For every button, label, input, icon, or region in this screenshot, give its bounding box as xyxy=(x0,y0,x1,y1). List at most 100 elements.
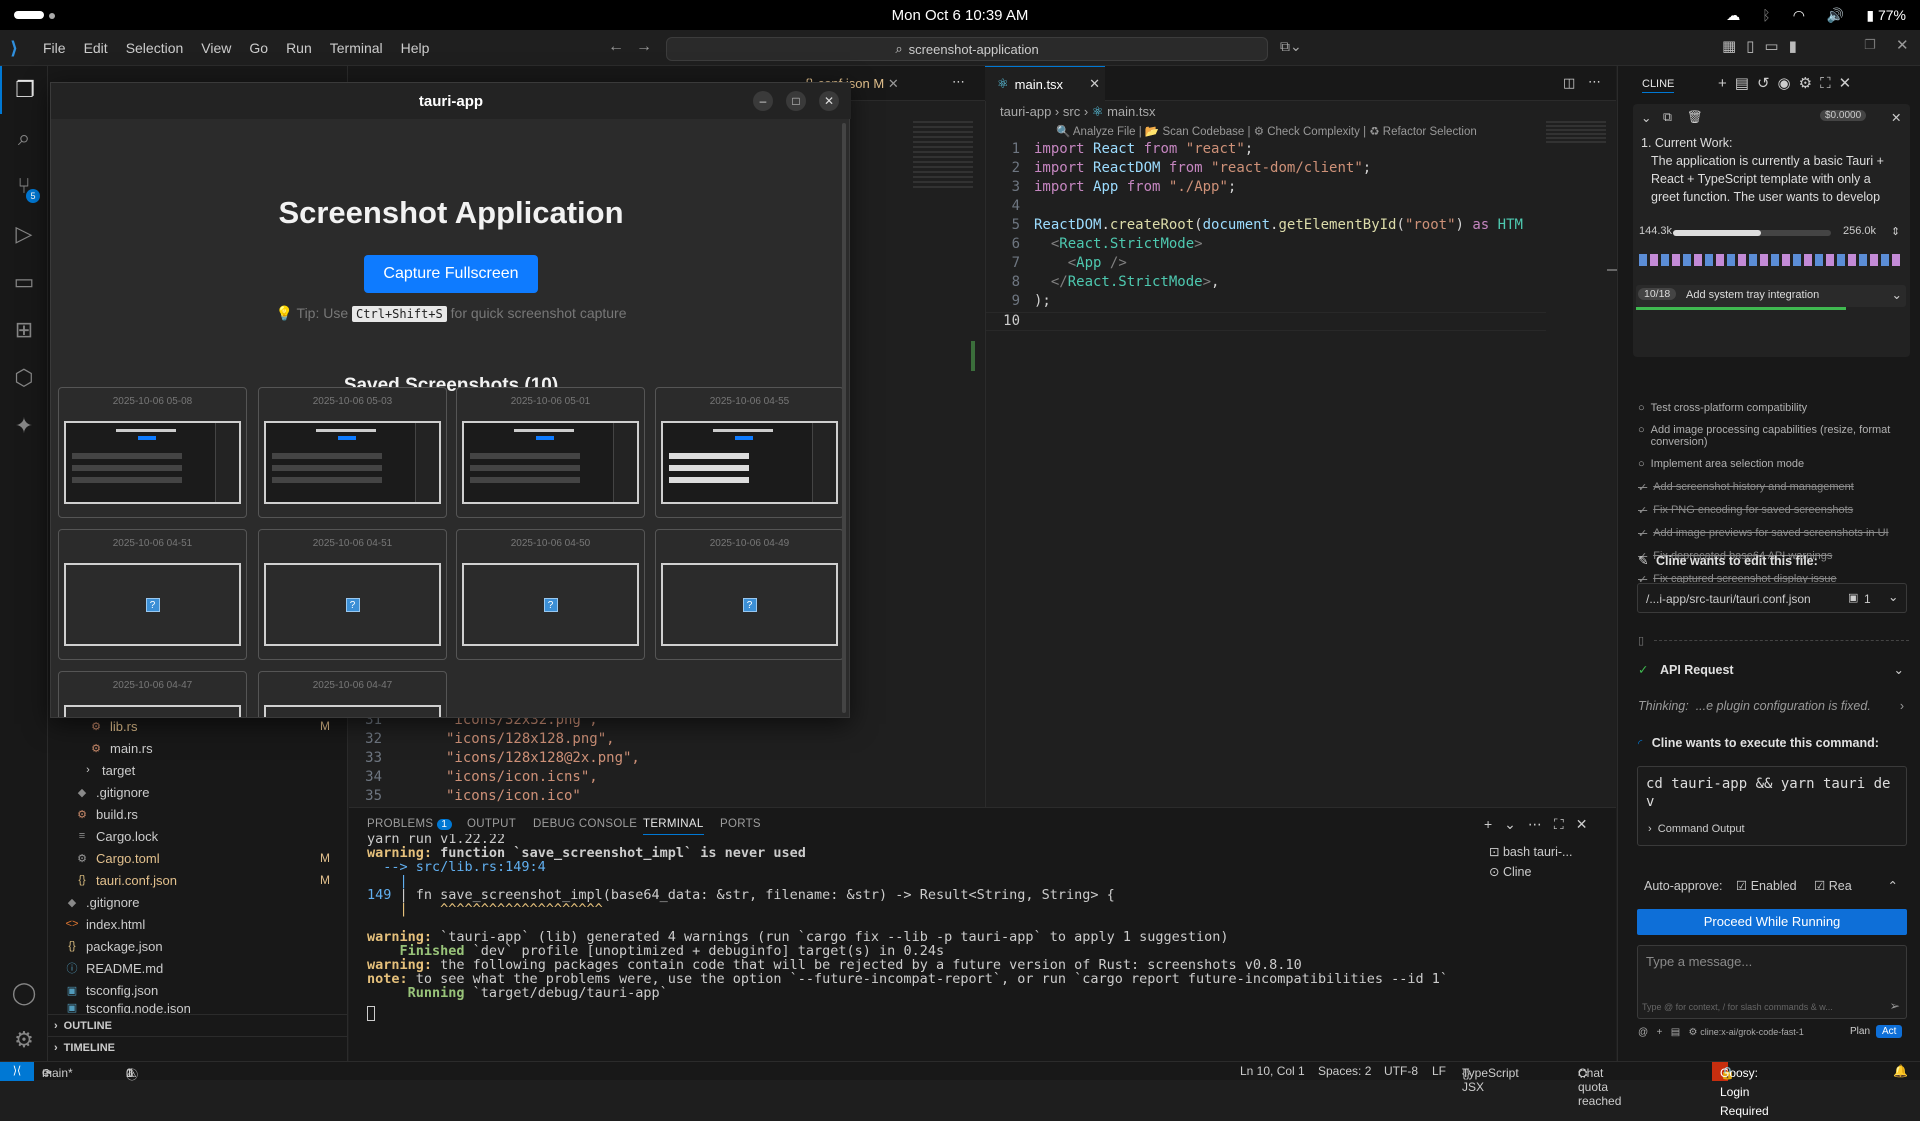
remote-explorer-icon[interactable]: ▭ xyxy=(0,258,48,306)
screenshot-card[interactable]: 2025-10-06 04-47? xyxy=(58,671,247,717)
maximize-button[interactable]: □ xyxy=(786,91,806,111)
screenshot-card[interactable]: 2025-10-06 04-49? xyxy=(655,529,844,660)
thinking-row[interactable]: Thinking: ...e plugin configuration is f… xyxy=(1638,699,1910,713)
outline-section[interactable]: › OUTLINE xyxy=(48,1014,348,1036)
file-tsconfig-json[interactable]: ▣ tsconfig.json xyxy=(48,979,348,1001)
tab-problems[interactable]: PROBLEMS 1 xyxy=(367,818,452,830)
close-tab-icon[interactable]: ✕ xyxy=(888,76,899,92)
folder-target[interactable]: › target xyxy=(48,759,348,781)
file-lib-rs[interactable]: ⚙ lib.rs M xyxy=(48,715,348,737)
panel-more-icon[interactable]: ⋯ xyxy=(1528,816,1554,832)
plan-toggle[interactable]: Plan xyxy=(1846,1025,1874,1038)
scrollbar-thumb[interactable] xyxy=(1607,269,1617,271)
breadcrumb-src[interactable]: src xyxy=(1063,104,1080,119)
command-output-toggle[interactable]: › Command Output xyxy=(1648,823,1745,835)
timeline-section[interactable]: › TIMELINE xyxy=(48,1036,348,1058)
goosy-status[interactable]: 🔒 Goosy: Login Required xyxy=(1712,1062,1769,1118)
source-control-icon[interactable]: ⑂ 5 xyxy=(0,162,48,210)
back-arrow-icon[interactable]: ← xyxy=(608,38,624,56)
file-package-json[interactable]: {} package.json xyxy=(48,935,348,957)
proceed-button[interactable]: Proceed While Running xyxy=(1637,909,1907,935)
accounts-icon[interactable]: ◯ xyxy=(0,969,48,1017)
codelens-refactor[interactable]: Refactor Selection xyxy=(1383,126,1477,138)
close-window-icon[interactable]: ✕ xyxy=(1896,36,1909,54)
terminal-item-cline[interactable]: ⊙ Cline xyxy=(1489,864,1616,884)
tab-terminal[interactable]: TERMINAL xyxy=(643,818,704,835)
command-box[interactable]: cd tauri-app && yarn tauri dev › Command… xyxy=(1637,766,1907,846)
new-task-icon[interactable]: + xyxy=(1718,75,1735,92)
terminal-output[interactable]: yarn run v1.22.22 warning: function `sav… xyxy=(349,834,1459,1062)
menu-terminal[interactable]: Terminal xyxy=(321,40,392,56)
notifications-icon[interactable]: 🔔 xyxy=(1893,1064,1908,1078)
mcp-icon[interactable]: ▤ xyxy=(1735,75,1757,92)
bookmark-icon[interactable]: ▯ xyxy=(1638,634,1644,647)
run-debug-icon[interactable]: ▷ xyxy=(0,210,48,258)
edit-file-row[interactable]: /...i-app/src-tauri/tauri.conf.json ▣ 1 … xyxy=(1637,583,1907,613)
copy-icon[interactable]: ⧉ xyxy=(1663,110,1672,125)
restore-window-icon[interactable]: ❐ xyxy=(1864,37,1876,53)
breadcrumb-file[interactable]: main.tsx xyxy=(1107,104,1155,119)
containers-icon[interactable]: ⬡ xyxy=(0,354,48,402)
file-build-rs[interactable]: ⚙ build.rs xyxy=(48,803,348,825)
delete-icon[interactable]: 🗑 xyxy=(1687,110,1703,125)
split-editor-icon[interactable]: ◫ xyxy=(1563,75,1575,91)
screenshot-card[interactable]: 2025-10-06 05-01 xyxy=(456,387,645,518)
enabled-checkbox[interactable]: ☑ xyxy=(1736,879,1747,893)
window-titlebar[interactable]: tauri-app xyxy=(51,83,851,119)
screenshot-card[interactable]: 2025-10-06 04-50? xyxy=(456,529,645,660)
screenshot-card[interactable]: 2025-10-06 05-03 xyxy=(258,387,447,518)
clock[interactable]: Mon Oct 6 10:39 AM xyxy=(892,7,1029,24)
maximize-panel-icon[interactable]: ⛶ xyxy=(1554,816,1576,832)
breadcrumb-folder[interactable]: tauri-app xyxy=(1000,104,1051,119)
account-icon[interactable]: ◉ xyxy=(1778,75,1799,92)
cursor-position[interactable]: Ln 10, Col 1 xyxy=(1240,1064,1305,1078)
mention-icon[interactable]: @ xyxy=(1638,1027,1648,1038)
tab-output[interactable]: OUTPUT xyxy=(467,818,516,830)
file-cargo-toml[interactable]: ⚙ Cargo.toml M xyxy=(48,847,348,869)
close-cline-icon[interactable]: ✕ xyxy=(1839,75,1860,92)
file-readme-md[interactable]: ⓘ README.md xyxy=(48,957,348,979)
menu-help[interactable]: Help xyxy=(392,40,439,56)
collapse-icon[interactable]: ⌄ xyxy=(1641,110,1651,125)
menu-edit[interactable]: Edit xyxy=(75,40,117,56)
search-view-icon[interactable]: ⌕ xyxy=(0,114,48,162)
more-actions-icon[interactable]: ⋯ xyxy=(952,74,965,90)
extensions-icon[interactable]: ⊞ xyxy=(0,306,48,354)
codelens-complexity[interactable]: Check Complexity xyxy=(1267,126,1360,138)
minimize-button[interactable]: – xyxy=(753,91,773,111)
activities-indicator[interactable] xyxy=(14,11,44,19)
app-indicator-icon[interactable]: ☁ xyxy=(1726,7,1740,24)
forward-arrow-icon[interactable]: → xyxy=(636,38,652,56)
file-gitignore-root[interactable]: ◆ .gitignore xyxy=(48,891,348,913)
menu-run[interactable]: Run xyxy=(277,40,321,56)
history-icon[interactable]: ↺ xyxy=(1757,75,1778,92)
screenshot-card[interactable]: 2025-10-06 05-08 xyxy=(58,387,247,518)
command-center-search[interactable]: ⌕ screenshot-application xyxy=(666,37,1268,61)
wifi-icon[interactable]: ◠ xyxy=(1793,7,1805,24)
manage-gear-icon[interactable]: ⚙ xyxy=(0,1016,48,1064)
codelens-scan[interactable]: Scan Codebase xyxy=(1162,126,1244,138)
rules-icon[interactable]: ▤ xyxy=(1671,1027,1680,1038)
cline-icon[interactable]: ✦ xyxy=(0,402,48,450)
close-tab-icon[interactable]: ✕ xyxy=(1089,76,1100,92)
api-request-row[interactable]: ✓ API Request ⌄ xyxy=(1638,662,1910,677)
todo-header[interactable]: 10/18 Add system tray integration ⌄ xyxy=(1636,285,1906,310)
tab-debug-console[interactable]: DEBUG CONSOLE xyxy=(533,818,637,830)
model-selector[interactable]: ⚙ cline:x-ai/grok-code-fast-1 xyxy=(1688,1027,1803,1038)
encoding[interactable]: UTF-8 xyxy=(1384,1064,1418,1078)
screenshot-card[interactable]: 2025-10-06 04-51? xyxy=(258,529,447,660)
terminal-item-bash[interactable]: ⊡ bash tauri-... xyxy=(1489,844,1616,864)
screenshot-card[interactable]: 2025-10-06 04-55 xyxy=(655,387,844,518)
popout-icon[interactable]: ⛶ xyxy=(1820,75,1839,92)
battery-indicator[interactable]: ▮ 77% xyxy=(1866,7,1906,24)
bluetooth-icon[interactable]: ᛒ xyxy=(1762,7,1770,23)
file-gitignore-tauri[interactable]: ◆ .gitignore xyxy=(48,781,348,803)
menu-go[interactable]: Go xyxy=(240,40,277,56)
read-checkbox[interactable]: ☑ xyxy=(1814,879,1825,893)
settings-icon[interactable]: ⚙ xyxy=(1799,75,1820,92)
menu-view[interactable]: View xyxy=(192,40,240,56)
screenshot-card[interactable]: 2025-10-06 04-51? xyxy=(58,529,247,660)
codelens-analyze[interactable]: Analyze File xyxy=(1073,126,1136,138)
close-task-icon[interactable]: ✕ xyxy=(1891,110,1901,125)
right-editor-group[interactable]: tauri-app › src › ⚛ main.tsx 🔍 Analyze F… xyxy=(985,101,1617,807)
